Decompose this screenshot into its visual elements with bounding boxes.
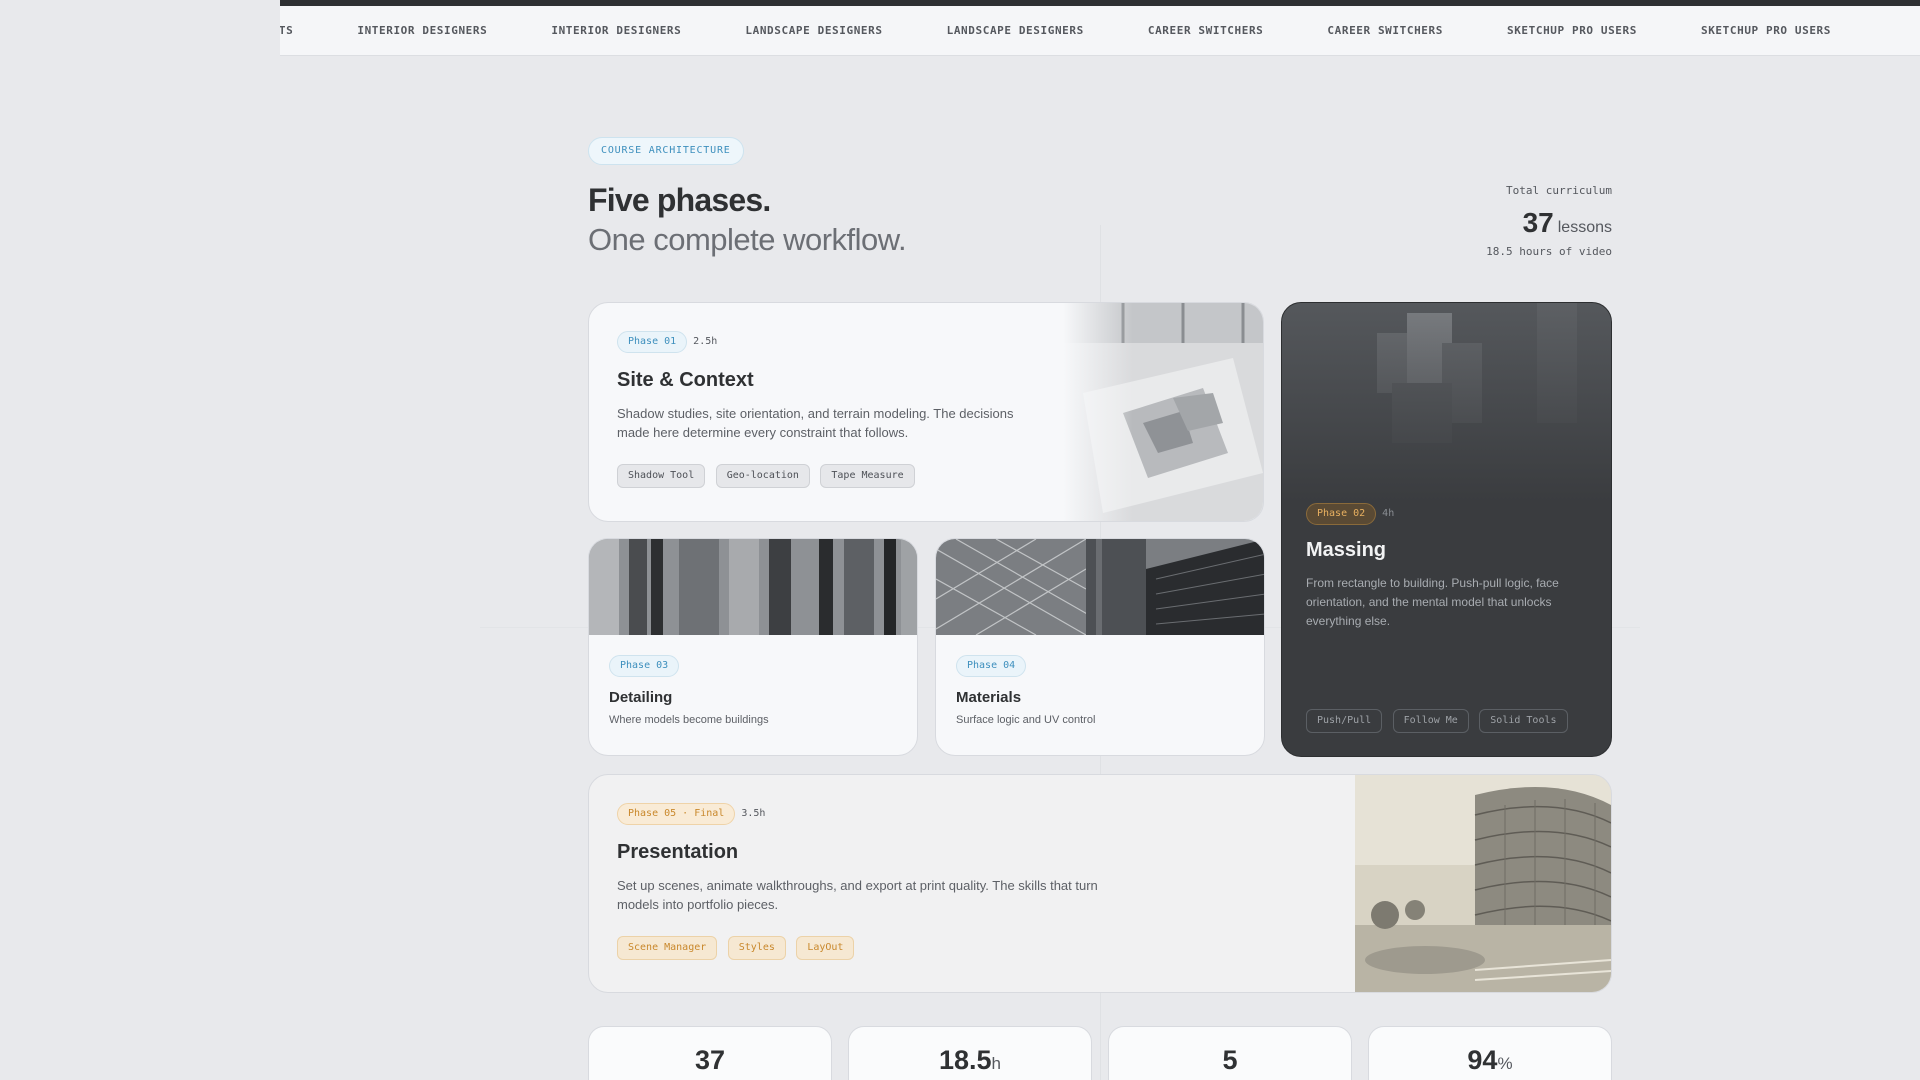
phase-description: From rectangle to building. Push-pull lo… [1306, 576, 1559, 628]
massing-model-image [1282, 303, 1611, 503]
ticker-item: LANDSCAPE DESIGNERS [946, 24, 1084, 37]
materials-image [936, 539, 1264, 635]
stat-value: 5 [1222, 1045, 1238, 1075]
phase-badge: Phase 05 · Final [617, 803, 736, 825]
section-badge: COURSE ARCHITECTURE [588, 137, 744, 165]
tool-tag: Solid Tools [1479, 709, 1568, 733]
phase-card-content: Phase 03 Detailing Where models become b… [609, 655, 769, 726]
tool-tag: Shadow Tool [617, 464, 706, 488]
phase-title: Massing [1306, 539, 1387, 561]
phase-subtitle: Surface logic and UV control [956, 714, 1096, 726]
stat-value: 94 [1467, 1045, 1498, 1075]
phase-tags: Scene Manager Styles LayOut [617, 936, 1117, 960]
tool-tag: Push/Pull [1306, 709, 1383, 733]
tool-tag: Styles [727, 936, 786, 960]
phase-card-presentation[interactable]: Phase 05 · Final 3.5h Presentation Set up… [588, 774, 1612, 993]
phase-duration: 2.5h [693, 336, 718, 347]
phase-card-site-context[interactable]: Phase 01 2.5h Site & Context Shadow studi… [588, 302, 1264, 522]
tool-tag: Follow Me [1392, 709, 1469, 733]
totals-lessons: 37 lessons [1486, 207, 1612, 239]
stat-card-phases: 5 [1108, 1026, 1352, 1080]
site-model-image [1063, 303, 1263, 521]
phase-title: Materials [956, 689, 1022, 706]
phase-card-content: Phase 05 · Final 3.5h Presentation Set up… [617, 803, 1117, 960]
phase-card-materials[interactable]: Phase 04 Materials Surface logic and UV … [935, 538, 1265, 756]
stat-card-hours: 18.5h [848, 1026, 1092, 1080]
lessons-count: 37 [1522, 207, 1554, 238]
phase-badge: Phase 04 [956, 655, 1027, 677]
phase-card-detailing[interactable]: Phase 03 Detailing Where models become b… [588, 538, 918, 756]
video-hours: 18.5 hours of video [1486, 245, 1612, 258]
stat-card-lessons: 37 [588, 1026, 832, 1080]
ticker-item: INTERIOR DESIGNERS [357, 24, 488, 37]
phase-duration: 3.5h [741, 808, 766, 819]
ticker-track: ITECTS INTERIOR DESIGNERS INTERIOR DESIG… [280, 24, 1895, 37]
phase-card-content: Phase 04 Materials Surface logic and UV … [956, 655, 1095, 726]
phase-badge: Phase 02 [1306, 503, 1377, 525]
facade-detail-image [589, 539, 917, 635]
phase-title: Presentation [617, 841, 739, 863]
phase-tags: Push/Pull Follow Me Solid Tools [1306, 709, 1574, 733]
ticker-item: LANDSCAPE DESIGNERS [745, 24, 883, 37]
phase-subtitle: Where models become buildings [609, 714, 769, 726]
tool-tag: Scene Manager [617, 936, 718, 960]
audience-ticker: ITECTS INTERIOR DESIGNERS INTERIOR DESIG… [280, 0, 1920, 56]
phase-title: Detailing [609, 689, 673, 706]
tool-tag: Geo-location [715, 464, 810, 488]
section-subtitle: One complete workflow. [588, 222, 907, 257]
phase-badge: Phase 01 [617, 331, 688, 353]
stat-card-satisfaction: 94% [1368, 1026, 1612, 1080]
ticker-item: SKETCHUP PRO USERS [1506, 24, 1637, 37]
phase-duration: 4h [1382, 508, 1395, 519]
stat-unit: h [991, 1054, 1002, 1073]
phase-card-content: Phase 02 4h Massing From rectangle to bui… [1306, 503, 1589, 631]
tool-tag: Tape Measure [820, 464, 915, 488]
section-title: Five phases. [588, 182, 771, 218]
stat-unit: % [1497, 1054, 1513, 1073]
phase-description: Set up scenes, animate walkthroughs, and… [617, 878, 1098, 912]
phase-badge: Phase 03 [609, 655, 680, 677]
ticker-item: ITECTS [280, 24, 294, 37]
tool-tag: LayOut [796, 936, 855, 960]
curriculum-totals: Total curriculum 37 lessons 18.5 hours of… [1486, 184, 1612, 258]
phase-description: Shadow studies, site orientation, and te… [617, 406, 1014, 440]
phase-card-content: Phase 01 2.5h Site & Context Shadow studi… [617, 331, 1037, 488]
ticker-item: CAREER SWITCHERS [1147, 24, 1264, 37]
ticker-item: SKETCHUP PRO USERS [1700, 24, 1831, 37]
stat-value: 18.5 [938, 1045, 992, 1075]
phase-tags: Shadow Tool Geo-location Tape Measure [617, 464, 1037, 488]
building-render-image [1355, 775, 1611, 992]
stat-value: 37 [694, 1045, 726, 1075]
ticker-item: INTERIOR DESIGNERS [551, 24, 682, 37]
lessons-unit: lessons [1557, 219, 1612, 236]
ticker-item: CAREER SWITCHERS [1327, 24, 1443, 37]
phase-card-massing[interactable]: Phase 02 4h Massing From rectangle to bui… [1281, 302, 1612, 757]
totals-label: Total curriculum [1506, 184, 1612, 197]
phase-title: Site & Context [617, 369, 754, 391]
